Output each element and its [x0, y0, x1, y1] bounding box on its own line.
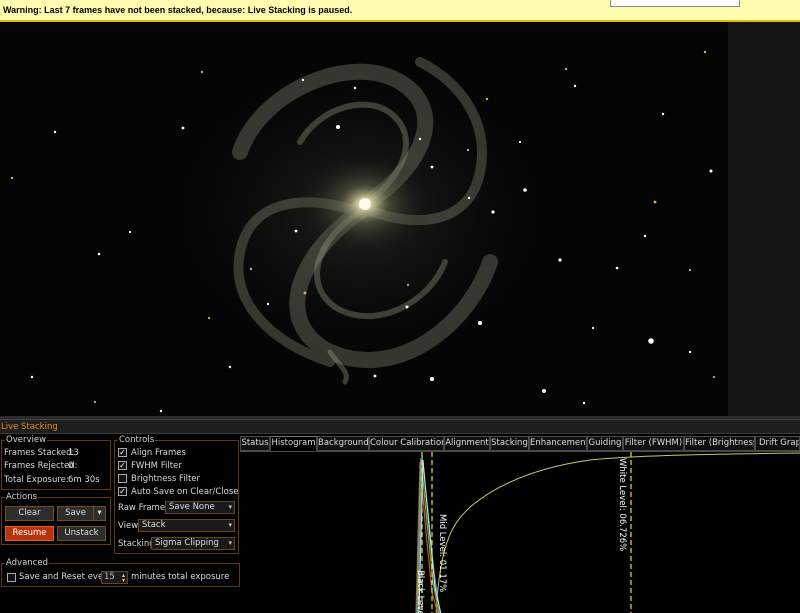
total-exposure-label: Total Exposure: [4, 475, 69, 485]
tab-enhancement[interactable]: Enhancement [529, 436, 587, 451]
auto-save-label: Auto Save on Clear/Close [131, 487, 239, 497]
save-dropdown-button[interactable]: ▾ [93, 506, 106, 521]
actions-group: Actions Clear Save ▾ Resume Unstack [1, 492, 111, 545]
align-frames-label: Align Frames [131, 448, 186, 458]
white-level-label: White Level: 06.726% [617, 458, 627, 551]
save-reset-label: Save and Reset every [19, 572, 112, 582]
minutes-stepper[interactable]: 15 ▴ ▾ [101, 571, 128, 584]
stacking-value: Sigma Clipping [155, 538, 219, 548]
tab-stacking[interactable]: Stacking [490, 436, 529, 451]
overview-group: Overview Frames Stacked: 13 Frames Rejec… [1, 435, 111, 490]
tab-drift-graph[interactable]: Drift Graph [755, 436, 800, 451]
view-value: Stack [142, 520, 166, 530]
tab-histogram[interactable]: Histogram [270, 436, 317, 451]
viewer-side-panel [728, 22, 800, 416]
auto-save-checkbox[interactable]: ✓ [118, 487, 127, 496]
advanced-title: Advanced [5, 558, 49, 568]
resume-button[interactable]: Resume [5, 526, 54, 541]
chevron-down-icon: ▾ [228, 539, 232, 547]
warning-dismiss-area[interactable] [610, 0, 740, 7]
save-button[interactable]: Save [57, 506, 94, 521]
histogram-chart: White Level: 06.726% Mid Level: 01.17% B… [415, 452, 800, 613]
actions-title: Actions [5, 492, 39, 502]
frames-rejected-label: Frames Rejected: [4, 461, 78, 471]
panel-title: Live Stacking [0, 420, 800, 434]
overview-title: Overview [5, 435, 48, 445]
mid-level-label: Mid Level: 01.17% [437, 514, 447, 592]
tab-guiding[interactable]: Guiding [587, 436, 623, 451]
frames-rejected-value: 0 [68, 461, 74, 471]
tab-alignment[interactable]: Alignment [444, 436, 490, 451]
minutes-value: 15 [104, 572, 115, 582]
controls-title: Controls [118, 435, 156, 445]
controls-group: Controls ✓ Align Frames ✓ FWHM Filter Br… [114, 435, 239, 554]
brightness-filter-checkbox[interactable] [118, 474, 127, 483]
tab-filter-fwhm[interactable]: Filter (FWHM) [623, 436, 684, 451]
raw-frames-label: Raw Frames [118, 503, 170, 513]
tab-colour-calibration[interactable]: Colour Calibration [369, 436, 444, 451]
fwhm-filter-checkbox[interactable]: ✓ [118, 461, 127, 470]
advanced-group: Advanced Save and Reset every 15 ▴ ▾ minu… [1, 558, 240, 587]
tab-bar: Status Histogram Background Colour Calib… [240, 436, 800, 451]
save-reset-checkbox[interactable] [7, 573, 16, 582]
total-exposure-value: 6m 30s [68, 475, 100, 485]
frames-stacked-label: Frames Stacked: [4, 448, 75, 458]
view-label: View [118, 521, 139, 531]
brightness-filter-label: Brightness Filter [131, 474, 201, 484]
warning-bar: Warning: Last 7 frames have not been sta… [0, 0, 800, 22]
unstack-button[interactable]: Unstack [57, 526, 106, 541]
chevron-down-icon: ▾ [228, 521, 232, 529]
stepper-arrows-icon[interactable]: ▴ ▾ [122, 573, 125, 584]
frames-stacked-value: 13 [68, 448, 79, 458]
view-select[interactable]: Stack ▾ [138, 519, 235, 532]
tab-status[interactable]: Status [240, 436, 270, 451]
black-level-label: Black Level [415, 570, 425, 613]
chevron-down-icon: ▾ [228, 503, 232, 511]
caret-down-icon: ▾ [97, 508, 102, 518]
fwhm-filter-label: FWHM Filter [131, 461, 182, 471]
tab-background[interactable]: Background [317, 436, 369, 451]
galaxy-image [0, 22, 728, 416]
image-viewer[interactable] [0, 22, 728, 416]
warning-text: Warning: Last 7 frames have not been sta… [3, 5, 353, 15]
tab-filter-brightness[interactable]: Filter (Brightness) [684, 436, 755, 451]
histogram-view[interactable]: White Level: 06.726% Mid Level: 01.17% B… [240, 451, 800, 613]
raw-frames-select[interactable]: Save None ▾ [165, 501, 235, 514]
minutes-suffix-label: minutes total exposure [131, 572, 230, 582]
stacking-label: Stacking [118, 539, 155, 549]
clear-button[interactable]: Clear [5, 506, 54, 521]
stacking-select[interactable]: Sigma Clipping ▾ [151, 537, 235, 550]
align-frames-checkbox[interactable]: ✓ [118, 448, 127, 457]
raw-frames-value: Save None [169, 502, 215, 512]
